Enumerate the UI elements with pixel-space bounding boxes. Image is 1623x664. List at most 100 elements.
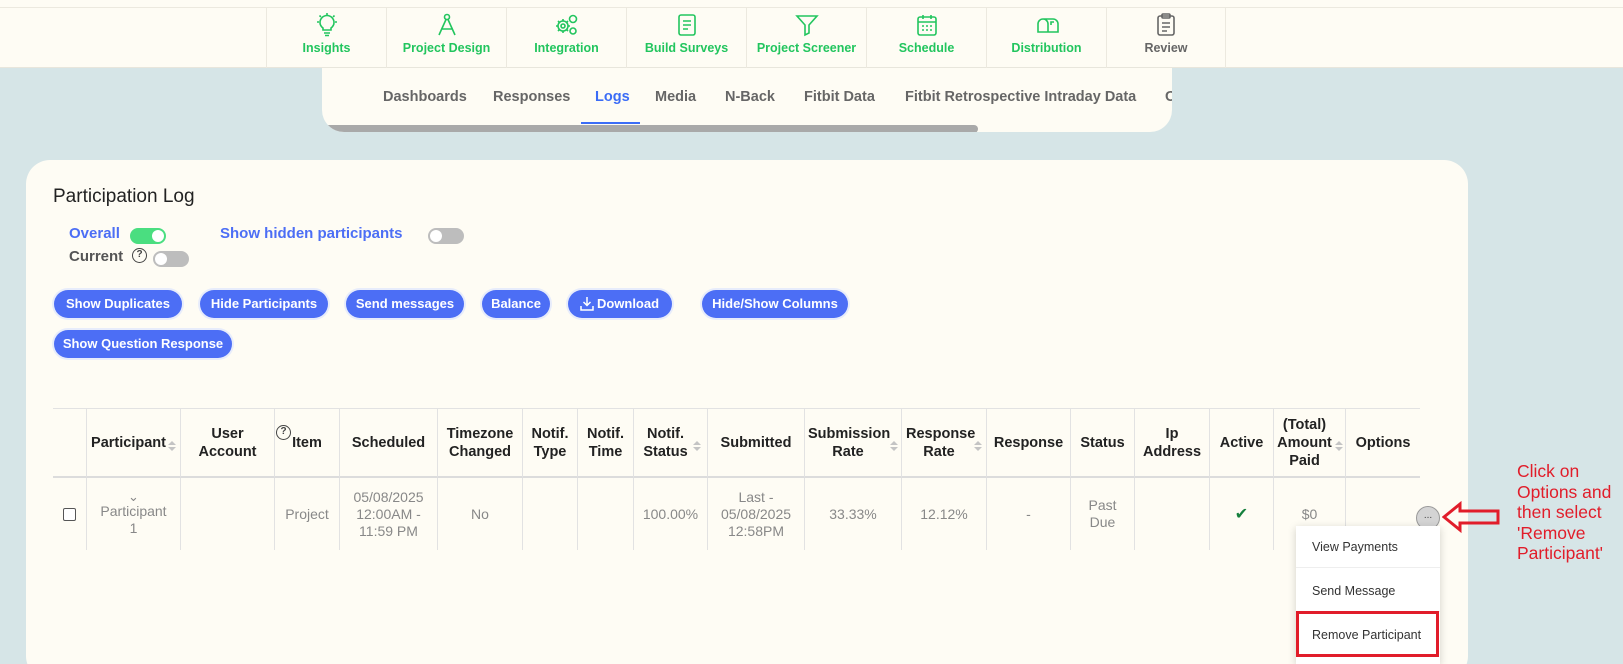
top-nav: Insights Project Design Integration Buil…	[0, 0, 1623, 68]
sub-tabs: Dashboards Responses Logs Media N-Back F…	[322, 68, 1172, 132]
mailbox-icon	[1036, 18, 1059, 33]
nav-project-design-label: Project Design	[402, 41, 491, 55]
sort-icon[interactable]	[167, 440, 176, 453]
tab-logs[interactable]: Logs	[595, 89, 630, 105]
sort-icon[interactable]	[1334, 440, 1343, 453]
nav-project-design[interactable]: Project Design	[386, 8, 506, 68]
tab-truncated[interactable]: C	[1165, 89, 1172, 105]
show-duplicates-button[interactable]: Show Duplicates	[54, 290, 182, 318]
current-toggle[interactable]	[153, 251, 189, 267]
document-icon	[677, 14, 696, 36]
compass-icon	[437, 13, 456, 36]
row-submission-rate: 33.33%	[805, 478, 902, 550]
highlight-box	[1296, 611, 1439, 657]
horizontal-scrollbar[interactable]	[322, 125, 978, 132]
row-participant: ⌄ Participant 1	[87, 478, 181, 550]
instruction-note: Click on Options and then select 'Remove…	[1517, 461, 1612, 563]
row-item: Project	[275, 478, 340, 550]
header-notif-time: Notif. Time	[578, 408, 634, 478]
row-notif-status: 100.00%	[634, 478, 708, 550]
menu-item-view-payments[interactable]: View Payments	[1296, 526, 1440, 568]
download-button[interactable]: Download	[568, 290, 672, 318]
header-submitted: Submitted	[708, 408, 805, 478]
tab-dashboards[interactable]: Dashboards	[383, 89, 467, 105]
sort-icon[interactable]	[692, 440, 701, 453]
filter-icon	[794, 15, 819, 37]
header-notif-status[interactable]: Notif. Status	[634, 408, 708, 478]
header-user-account: User Account	[181, 408, 275, 478]
tab-media[interactable]: Media	[655, 89, 696, 105]
row-notif-time	[578, 478, 634, 550]
lightbulb-icon	[316, 13, 337, 37]
send-messages-button[interactable]: Send messages	[346, 290, 464, 318]
download-icon	[580, 297, 594, 311]
nav-build-surveys-label: Build Surveys	[644, 41, 729, 55]
header-amount-paid[interactable]: (Total) Amount Paid	[1274, 408, 1346, 478]
nav-insights-label: Insights	[302, 41, 351, 55]
header-options: Options	[1346, 408, 1420, 478]
row-notif-type	[523, 478, 578, 550]
header-ip-address: Ip Address	[1135, 408, 1210, 478]
nav-project-screener[interactable]: Project Screener	[746, 8, 866, 68]
participation-log-card: Participation Log Overall Current ? Show…	[26, 160, 1468, 664]
show-hidden-toggle[interactable]	[428, 228, 464, 244]
active-tab-underline	[581, 122, 640, 124]
help-icon[interactable]: ?	[132, 248, 147, 263]
nav-review-label: Review	[1144, 41, 1188, 55]
nav-integration-label: Integration	[534, 41, 599, 55]
balance-button[interactable]: Balance	[482, 290, 550, 318]
nav-schedule-label: Schedule	[898, 41, 955, 55]
calendar-icon	[916, 15, 937, 36]
sort-icon[interactable]	[974, 440, 982, 453]
row-ip-address	[1135, 478, 1210, 550]
row-status: Past Due	[1071, 478, 1135, 550]
page-title: Participation Log	[53, 186, 195, 207]
active-check-icon: ✔	[1210, 478, 1274, 550]
nav-build-surveys[interactable]: Build Surveys	[626, 8, 746, 68]
header-notif-type: Notif. Type	[523, 408, 578, 478]
nav-review[interactable]: Review	[1106, 8, 1226, 68]
nav-distribution[interactable]: Distribution	[986, 8, 1106, 68]
tab-fitbit-data[interactable]: Fitbit Data	[804, 89, 875, 105]
row-scheduled: 05/08/2025 12:00AM - 11:59 PM	[340, 478, 438, 550]
header-select	[53, 408, 87, 478]
help-icon[interactable]: ?	[276, 425, 291, 440]
gears-icon	[555, 14, 577, 35]
nav-insights[interactable]: Insights	[266, 8, 386, 68]
header-participant[interactable]: Participant	[87, 408, 181, 478]
row-submitted: Last - 05/08/2025 12:58PM	[708, 478, 805, 550]
nav-schedule[interactable]: Schedule	[866, 8, 986, 68]
nav-distribution-label: Distribution	[1011, 41, 1082, 55]
overall-toggle[interactable]	[130, 228, 166, 244]
sort-icon[interactable]	[890, 440, 898, 453]
tab-fitbit-retrospective[interactable]: Fitbit Retrospective Intraday Data	[905, 89, 1136, 105]
menu-item-send-message[interactable]: Send Message	[1296, 570, 1440, 612]
header-scheduled: Scheduled	[340, 408, 438, 478]
hide-participants-button[interactable]: Hide Participants	[200, 290, 328, 318]
header-response: Response	[987, 408, 1071, 478]
header-status: Status	[1071, 408, 1135, 478]
current-toggle-label: Current	[69, 248, 124, 265]
show-question-response-button[interactable]: Show Question Response	[54, 330, 232, 358]
header-active: Active	[1210, 408, 1274, 478]
expand-chevron-icon[interactable]: ⌄	[128, 490, 139, 503]
tab-n-back[interactable]: N-Back	[725, 89, 775, 105]
header-timezone: Timezone Changed	[438, 408, 523, 478]
overall-toggle-label: Overall	[69, 225, 120, 242]
header-submission-rate[interactable]: Submission Rate	[805, 408, 902, 478]
row-checkbox[interactable]	[63, 507, 76, 521]
row-response: -	[987, 478, 1071, 550]
show-hidden-label: Show hidden participants	[220, 225, 403, 242]
row-select-cell	[53, 478, 87, 550]
nav-integration[interactable]: Integration	[506, 8, 626, 68]
header-response-rate[interactable]: Response Rate	[902, 408, 987, 478]
download-label: Download	[596, 296, 660, 311]
row-user-account	[181, 478, 275, 550]
row-response-rate: 12.12%	[902, 478, 987, 550]
hide-show-columns-button[interactable]: Hide/Show Columns	[702, 290, 848, 318]
tab-responses[interactable]: Responses	[493, 89, 570, 105]
nav-project-screener-label: Project Screener	[756, 41, 857, 55]
header-item: Item	[275, 408, 340, 478]
row-timezone: No	[438, 478, 523, 550]
annotation-arrow-icon	[1442, 500, 1500, 534]
